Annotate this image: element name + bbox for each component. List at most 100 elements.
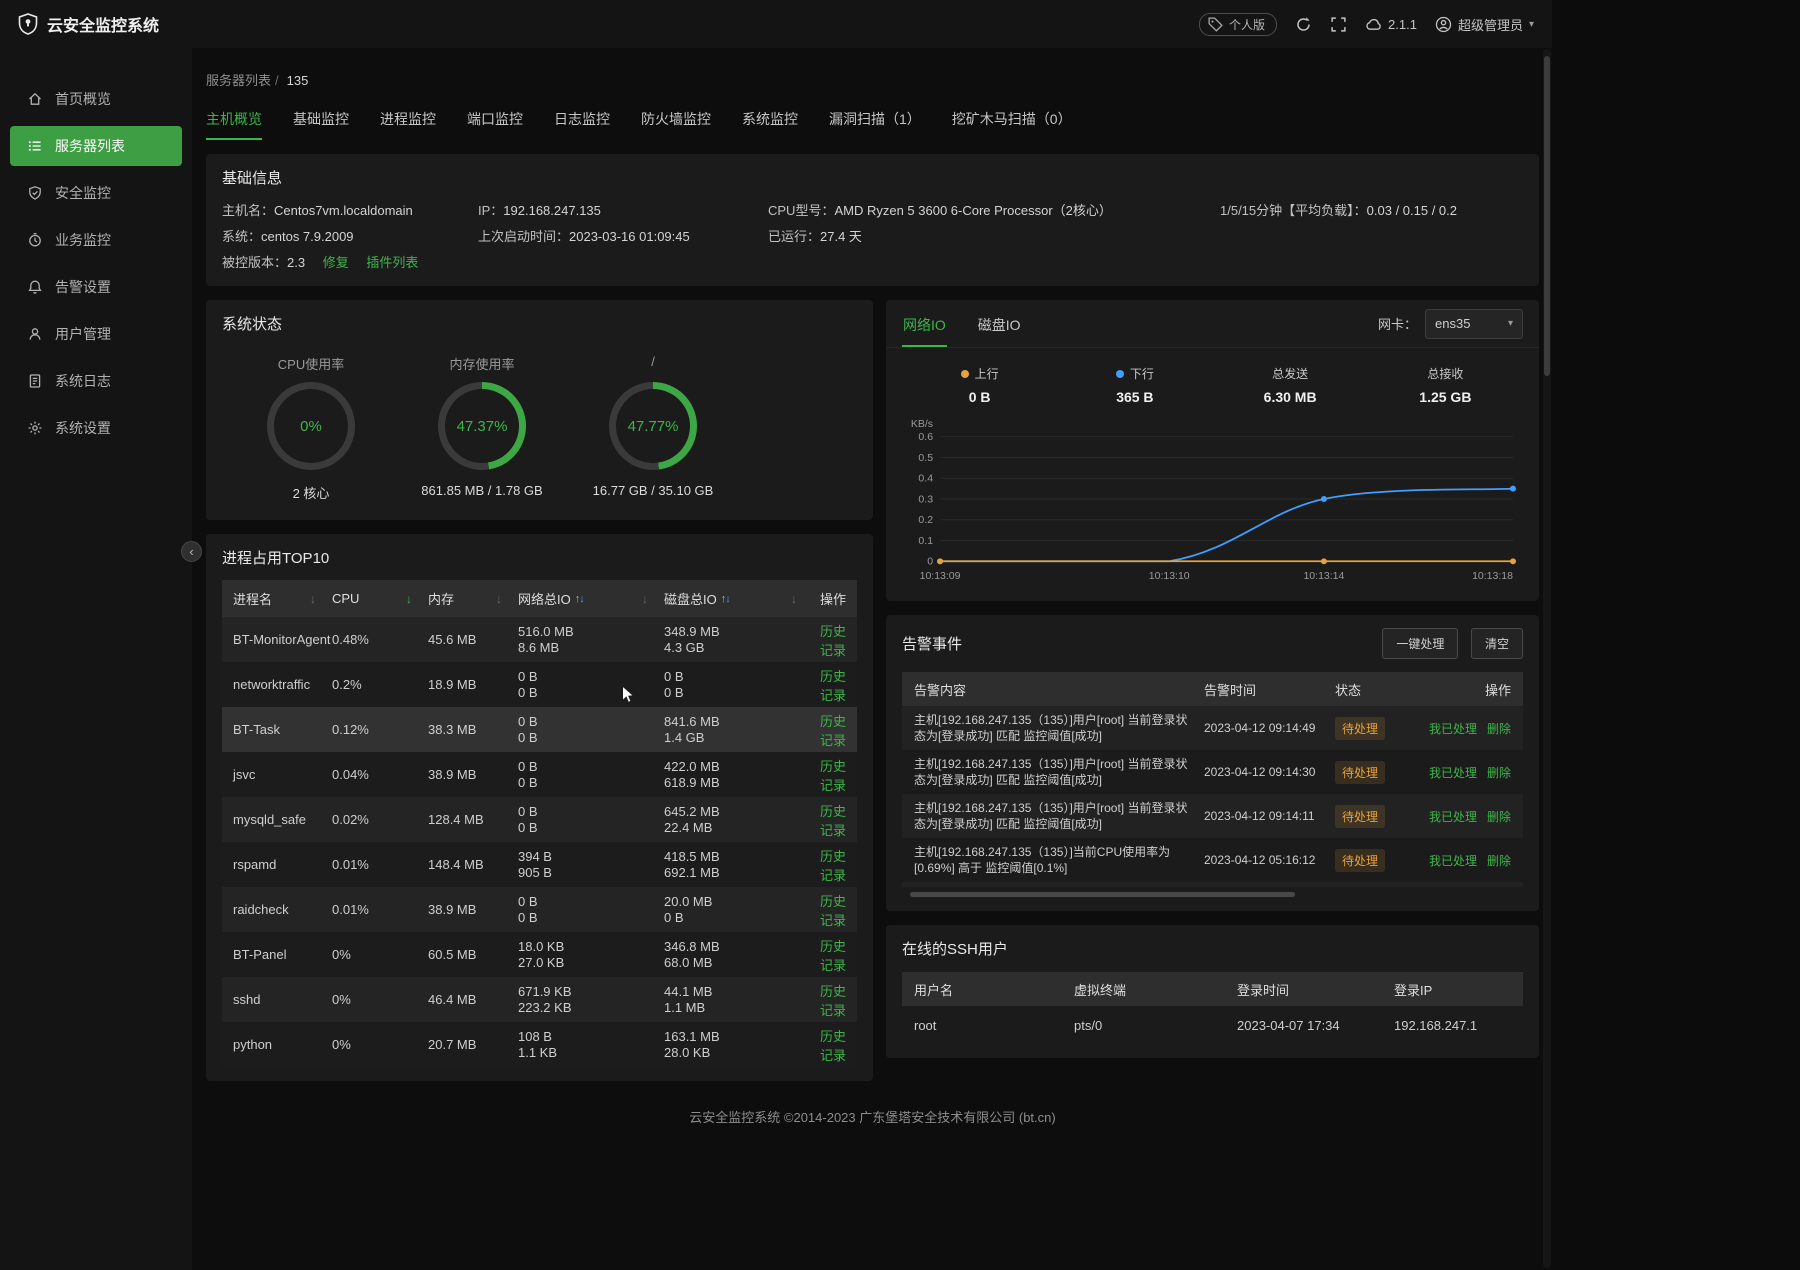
process-row-rspamd[interactable]: rspamd0.01%148.4 MB394 B905 B418.5 MB692… (222, 842, 857, 887)
tab-7[interactable]: 漏洞扫描（1） (829, 109, 921, 140)
handled-link[interactable]: 我已处理 (1429, 810, 1477, 824)
sort-icon[interactable]: ↓ (310, 592, 316, 606)
process-name: raidcheck (233, 902, 332, 917)
tab-3[interactable]: 端口监控 (467, 109, 523, 140)
process-name: python (233, 1037, 332, 1052)
tab-6[interactable]: 系统监控 (742, 109, 798, 140)
info-value: AMD Ryzen 5 3600 6-Core Processor（2核心） (834, 203, 1111, 218)
gauge-sub: 16.77 GB / 35.10 GB (578, 483, 728, 498)
sidebar-collapse-handle[interactable]: ‹ (181, 541, 202, 562)
plugin-list-link[interactable]: 插件列表 (366, 255, 418, 270)
handled-link[interactable]: 我已处理 (1429, 722, 1477, 736)
user-name: 超级管理员 (1458, 15, 1523, 34)
top-header: 云安全监控系统 个人版 2.1.1 超级管理员 ▾ (0, 0, 1552, 48)
version-label: 2.1.1 (1388, 17, 1417, 32)
svg-text:10:13:10: 10:13:10 (1149, 571, 1190, 582)
history-link[interactable]: 历史记录 (820, 939, 846, 973)
user-menu[interactable]: 超级管理员 ▾ (1435, 15, 1534, 34)
repair-link[interactable]: 修复 (323, 255, 349, 270)
horizontal-scrollbar-thumb[interactable] (910, 892, 1295, 897)
tab-0[interactable]: 主机概览 (206, 109, 262, 140)
gauge-ring: 0% (267, 382, 355, 470)
process-row-raidcheck[interactable]: raidcheck0.01%38.9 MB0 B0 B20.0 MB0 B历史记… (222, 887, 857, 932)
sidebar-item-logs[interactable]: 系统日志 (10, 361, 182, 401)
sidebar-item-alarm[interactable]: 告警设置 (10, 267, 182, 307)
process-disk-io: 841.6 MB1.4 GB (664, 714, 813, 745)
io-tab-bar: 网络IO 磁盘IO (902, 300, 1052, 347)
history-link[interactable]: 历史记录 (820, 849, 846, 883)
process-row-python[interactable]: python0%20.7 MB108 B1.1 KB163.1 MB28.0 K… (222, 1022, 857, 1067)
process-column-header-3[interactable]: 网络总IO↑↓↓ (518, 589, 664, 608)
tab-5[interactable]: 防火墙监控 (641, 109, 711, 140)
process-disk-io: 346.8 MB68.0 MB (664, 939, 813, 970)
process-row-mysqld_safe[interactable]: mysqld_safe0.02%128.4 MB0 B0 B645.2 MB22… (222, 797, 857, 842)
tab-2[interactable]: 进程监控 (380, 109, 436, 140)
process-column-header-2[interactable]: 内存↓ (428, 589, 518, 608)
clear-button[interactable]: 清空 (1471, 628, 1523, 659)
fullscreen-icon[interactable] (1330, 16, 1347, 33)
sidebar-item-label: 用户管理 (55, 324, 111, 344)
sort-icon[interactable]: ↓ (791, 592, 797, 606)
process-row-BT-Panel[interactable]: BT-Panel0%60.5 MB18.0 KB27.0 KB346.8 MB6… (222, 932, 857, 977)
sidebar-item-servers[interactable]: 服务器列表 (10, 126, 182, 166)
process-row-BT-MonitorAgent[interactable]: BT-MonitorAgent0.48%45.6 MB516.0 MB8.6 M… (222, 617, 857, 662)
process-mem: 45.6 MB (428, 632, 518, 647)
handled-link[interactable]: 我已处理 (1429, 854, 1477, 868)
history-link[interactable]: 历史记录 (820, 669, 846, 703)
process-row-BT-Task[interactable]: BT-Task0.12%38.3 MB0 B0 B841.6 MB1.4 GB历… (222, 707, 857, 752)
delete-link[interactable]: 删除 (1487, 854, 1511, 868)
sidebar-item-users[interactable]: 用户管理 (10, 314, 182, 354)
history-link[interactable]: 历史记录 (820, 1029, 846, 1063)
edition-badge[interactable]: 个人版 (1199, 13, 1277, 36)
updown-toggle-icon[interactable]: ↑↓ (721, 593, 730, 605)
handle-all-button[interactable]: 一键处理 (1382, 628, 1458, 659)
history-link[interactable]: 历史记录 (820, 624, 846, 658)
process-column-header-1[interactable]: CPU↓ (332, 591, 428, 606)
sort-icon[interactable]: ↓ (642, 592, 648, 606)
tab-1[interactable]: 基础监控 (293, 109, 349, 140)
sidebar-item-home[interactable]: 首页概览 (10, 79, 182, 119)
updown-toggle-icon[interactable]: ↑↓ (575, 593, 584, 605)
sidebar-item-security[interactable]: 安全监控 (10, 173, 182, 213)
breadcrumb-root[interactable]: 服务器列表 (206, 73, 271, 88)
version-indicator[interactable]: 2.1.1 (1365, 16, 1417, 33)
process-mem: 46.4 MB (428, 992, 518, 1007)
sidebar-item-settings[interactable]: 系统设置 (10, 408, 182, 448)
tab-4[interactable]: 日志监控 (554, 109, 610, 140)
delete-link[interactable]: 删除 (1487, 810, 1511, 824)
breadcrumb-current: 135 (287, 73, 309, 88)
process-row-jsvc[interactable]: jsvc0.04%38.9 MB0 B0 B422.0 MB618.9 MB历史… (222, 752, 857, 797)
history-link[interactable]: 历史记录 (820, 759, 846, 793)
nic-select[interactable]: ens35 ▾ (1425, 309, 1523, 339)
process-cpu: 0% (332, 1037, 428, 1052)
handled-link[interactable]: 我已处理 (1429, 766, 1477, 780)
sort-icon[interactable]: ↓ (496, 592, 502, 606)
refresh-icon[interactable] (1295, 16, 1312, 33)
io-tab-1[interactable]: 磁盘IO (977, 300, 1022, 347)
process-column-header-0[interactable]: 进程名↓ (233, 589, 332, 608)
process-mem: 20.7 MB (428, 1037, 518, 1052)
legend-item: 总接收1.25 GB (1368, 365, 1523, 405)
delete-link[interactable]: 删除 (1487, 766, 1511, 780)
process-row-networktraffic[interactable]: networktraffic0.2%18.9 MB0 B0 B0 B0 B历史记… (222, 662, 857, 707)
tab-8[interactable]: 挖矿木马扫描（0） (952, 109, 1072, 140)
sidebar-item-business[interactable]: 业务监控 (10, 220, 182, 260)
vertical-scrollbar-thumb[interactable] (1544, 56, 1550, 376)
process-net-io: 0 B0 B (518, 714, 664, 745)
delete-link[interactable]: 删除 (1487, 722, 1511, 736)
history-link[interactable]: 历史记录 (820, 984, 846, 1018)
vertical-scrollbar[interactable] (1543, 49, 1551, 1268)
process-disk-io: 0 B0 B (664, 669, 813, 700)
sort-icon[interactable]: ↓ (406, 592, 412, 606)
info-field: IP：192.168.247.135 (478, 201, 768, 220)
io-tab-0[interactable]: 网络IO (902, 300, 947, 347)
process-cpu: 0.2% (332, 677, 428, 692)
shield-icon (27, 185, 43, 201)
history-link[interactable]: 历史记录 (820, 714, 846, 748)
history-link[interactable]: 历史记录 (820, 804, 846, 838)
history-link[interactable]: 历史记录 (820, 894, 846, 928)
process-row-sshd[interactable]: sshd0%46.4 MB671.9 KB223.2 KB44.1 MB1.1 … (222, 977, 857, 1022)
process-disk-io: 422.0 MB618.9 MB (664, 759, 813, 790)
svg-text:KB/s: KB/s (911, 419, 933, 430)
process-column-header-4[interactable]: 磁盘总IO↑↓↓ (664, 589, 813, 608)
